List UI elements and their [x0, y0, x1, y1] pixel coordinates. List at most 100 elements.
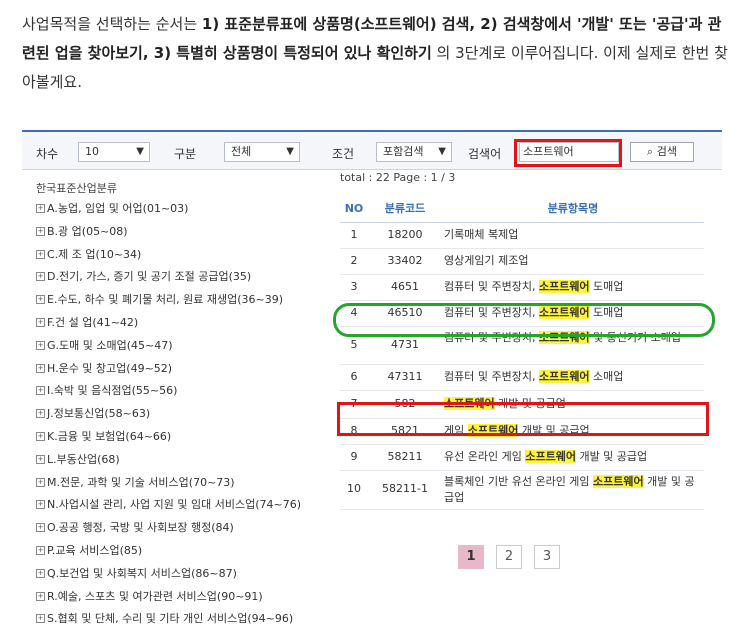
row-code: 47311	[387, 370, 423, 383]
tree-item-label: S.협회 및 단체, 수리 및 기타 개인 서비스업(94~96)	[47, 612, 294, 626]
expand-plus-icon[interactable]: +	[36, 249, 45, 259]
expand-plus-icon[interactable]: +	[36, 295, 45, 305]
tree-item-label: J.정보통신업(58~63)	[47, 407, 151, 421]
row-no: 1	[350, 228, 358, 241]
expand-plus-icon[interactable]: +	[36, 272, 45, 282]
tree-item[interactable]: + I.숙박 및 음식점업(55~56)	[36, 380, 336, 403]
header-name: 분류항목명	[547, 202, 599, 215]
tree-item[interactable]: + B.광 업(05~08)	[36, 221, 336, 244]
tree-item-label: D.전기, 가스, 증기 및 공기 조절 공급업(35)	[47, 270, 252, 284]
tree-item-label: M.전문, 과학 및 기술 서비스업(70~73)	[47, 475, 235, 489]
expand-plus-icon[interactable]: +	[36, 454, 45, 464]
table-row[interactable]: 10 58211-1 블록체인 기반 유선 온라인 게임 소프트웨어 개발 및 공급…	[340, 471, 704, 510]
tree-item-label: C.제 조 업(10~34)	[47, 247, 142, 261]
row-code: 58211	[387, 450, 423, 463]
page-button[interactable]: 3	[534, 545, 560, 569]
chasu-select[interactable]: 10 ▼	[78, 142, 150, 162]
expand-plus-icon[interactable]: +	[36, 340, 45, 350]
table-row[interactable]: 9 58211 유선 온라인 게임 소프트웨어 개발 및 공급업	[340, 445, 704, 471]
chevron-down-icon: ▼	[438, 146, 446, 157]
row-no: 9	[350, 450, 358, 463]
gubun-label: 구분	[174, 147, 197, 161]
row-code: 18200	[387, 228, 423, 241]
tree-item-label: B.광 업(05~08)	[47, 224, 128, 238]
tree-item[interactable]: + G.도매 및 소매업(45~47)	[36, 335, 336, 358]
tree-item[interactable]: + J.정보통신업(58~63)	[36, 403, 336, 426]
table-row[interactable]: 2 33402 영상게임기 제조업	[340, 249, 704, 275]
expand-plus-icon[interactable]: +	[36, 523, 45, 533]
tree-item-label: R.예술, 스포츠 및 여가관련 서비스업(90~91)	[47, 589, 263, 603]
table-row[interactable]: 1 18200 기록매체 복제업	[340, 223, 704, 249]
tree-item[interactable]: + P.교육 서비스업(85)	[36, 540, 336, 563]
intro-paragraph: 사업목적을 선택하는 순서는 1) 표준분류표에 상품명(소프트웨어) 검색, …	[22, 10, 732, 97]
category-tree: 한국표준산업분류 + A.농업, 임업 및 어업(01~03) + B.광 업(05~…	[36, 180, 336, 631]
expand-plus-icon[interactable]: +	[36, 226, 45, 236]
row-name: 컴퓨터 및 주변장치, 소프트웨어 소매업	[444, 365, 702, 388]
expand-plus-icon[interactable]: +	[36, 431, 45, 441]
row-name-suffix: 도매업	[589, 280, 624, 293]
tree-item[interactable]: + N.사업시설 관리, 사업 지원 및 임대 서비스업(74~76)	[36, 494, 336, 517]
tree-item[interactable]: + D.전기, 가스, 증기 및 공기 조절 공급업(35)	[36, 266, 336, 289]
header-no: NO	[344, 202, 364, 215]
row-name: 영상게임기 제조업	[444, 249, 702, 272]
row-name: 블록체인 기반 유선 온라인 게임 소프트웨어 개발 및 공급업	[444, 474, 702, 506]
expand-plus-icon[interactable]: +	[36, 386, 45, 396]
tree-item[interactable]: + O.공공 행정, 국방 및 사회보장 행정(84)	[36, 517, 336, 540]
expand-plus-icon[interactable]: +	[36, 477, 45, 487]
tree-item[interactable]: + S.협회 및 단체, 수리 및 기타 개인 서비스업(94~96)	[36, 608, 336, 631]
tree-item-label: E.수도, 하수 및 폐기물 처리, 원료 재생업(36~39)	[47, 293, 284, 307]
row-name-prefix: 기록매체 복제업	[444, 228, 519, 241]
expand-plus-icon[interactable]: +	[36, 614, 45, 624]
expand-plus-icon[interactable]: +	[36, 317, 45, 327]
table-row[interactable]: 6 47311 컴퓨터 및 주변장치, 소프트웨어 소매업	[340, 365, 704, 391]
chevron-down-icon: ▼	[286, 146, 294, 157]
row-no: 2	[350, 254, 358, 267]
page-button[interactable]: 1	[458, 545, 484, 569]
tree-item-label: Q.보건업 및 사회복지 서비스업(86~87)	[47, 566, 237, 580]
page-button[interactable]: 2	[496, 545, 522, 569]
header-code: 분류코드	[384, 202, 426, 215]
tree-title: 한국표준산업분류	[36, 182, 117, 195]
input-highlight-box	[514, 139, 622, 167]
table-row[interactable]: 3 4651 컴퓨터 및 주변장치, 소프트웨어 도매업	[340, 275, 704, 301]
row-code: 33402	[387, 254, 423, 267]
gubun-value: 전체	[231, 145, 252, 158]
expand-plus-icon[interactable]: +	[36, 409, 45, 419]
row-code: 58211-1	[382, 482, 428, 495]
tree-item-label: P.교육 서비스업(85)	[47, 543, 143, 557]
tree-item[interactable]: + L.부동산업(68)	[36, 449, 336, 472]
tree-item[interactable]: + Q.보건업 및 사회복지 서비스업(86~87)	[36, 563, 336, 586]
tree-item-label: A.농업, 임업 및 어업(01~03)	[47, 202, 189, 215]
tree-item[interactable]: + C.제 조 업(10~34)	[36, 244, 336, 267]
row-name-prefix: 컴퓨터 및 주변장치,	[444, 280, 539, 293]
classification-search-screenshot: 차수 10 ▼ 구분 전체 ▼ 조건 포함검색 ▼ 검색어 소프트웨어 ⌕ 검색 한국…	[22, 130, 722, 632]
expand-plus-icon[interactable]: +	[36, 500, 45, 510]
row-name: 기록매체 복제업	[444, 223, 702, 246]
tree-item[interactable]: + K.금융 및 보험업(64~66)	[36, 426, 336, 449]
expand-plus-icon[interactable]: +	[36, 204, 45, 213]
condition-select[interactable]: 포함검색 ▼	[376, 142, 452, 162]
tree-item[interactable]: + E.수도, 하수 및 폐기물 처리, 원료 재생업(36~39)	[36, 289, 336, 312]
row-name-suffix: 개발 및 공급업	[575, 450, 648, 463]
tree-item[interactable]: + M.전문, 과학 및 기술 서비스업(70~73)	[36, 472, 336, 495]
chasu-value: 10	[85, 145, 99, 158]
row-name-prefix: 영상게임기 제조업	[444, 254, 529, 267]
keyword-highlight: 소프트웨어	[538, 280, 590, 293]
expand-plus-icon[interactable]: +	[36, 568, 45, 578]
tree-item[interactable]: + A.농업, 임업 및 어업(01~03)	[36, 198, 336, 221]
tree-item[interactable]: + R.예술, 스포츠 및 여가관련 서비스업(90~91)	[36, 586, 336, 609]
tree-item[interactable]: + F.건 설 업(41~42)	[36, 312, 336, 335]
search-button[interactable]: ⌕ 검색	[630, 142, 694, 162]
gubun-select[interactable]: 전체 ▼	[224, 142, 300, 162]
expand-plus-icon[interactable]: +	[36, 363, 45, 373]
tree-item[interactable]: + H.운수 및 창고업(49~52)	[36, 358, 336, 381]
search-icon: ⌕	[647, 145, 654, 158]
tree-item-label: H.운수 및 창고업(49~52)	[47, 361, 173, 375]
condition-value: 포함검색	[383, 145, 424, 158]
expand-plus-icon[interactable]: +	[36, 591, 45, 601]
expand-plus-icon[interactable]: +	[36, 545, 45, 555]
keyword-label: 검색어	[468, 147, 502, 161]
row-name: 유선 온라인 게임 소프트웨어 개발 및 공급업	[444, 445, 702, 468]
row-name: 컴퓨터 및 주변장치, 소프트웨어 도매업	[444, 275, 702, 298]
tree-item-label: N.사업시설 관리, 사업 지원 및 임대 서비스업(74~76)	[47, 498, 302, 512]
